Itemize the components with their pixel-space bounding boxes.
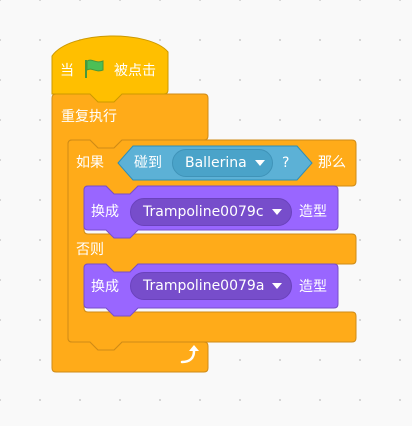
hat-suffix-label: 被点击 [114,63,156,79]
switch-costume-label-2: 换成 [91,279,119,295]
switch-costume-label-1: 换成 [91,204,119,220]
costume-suffix-label-1: 造型 [299,204,327,220]
hat-prefix-label: 当 [60,63,74,79]
costume-suffix-label-2: 造型 [299,279,327,295]
chevron-down-icon [272,283,283,289]
costume-dropdown-2[interactable]: Trampoline0079a [130,272,292,300]
question-mark-label: ? [282,155,290,171]
costume-value-1: Trampoline0079c [143,204,264,220]
forever-label: 重复执行 [61,109,117,125]
touching-object-dropdown[interactable]: Ballerina [172,149,273,177]
then-label: 那么 [318,155,346,171]
costume-value-2: Trampoline0079a [143,278,265,294]
chevron-down-icon [271,209,282,215]
chevron-down-icon [254,160,265,166]
costume-dropdown-1[interactable]: Trampoline0079c [130,198,292,226]
touching-object-value: Ballerina [185,155,247,171]
if-label: 如果 [76,155,104,171]
else-label: 否则 [76,242,104,258]
touching-label: 碰到 [134,155,162,171]
